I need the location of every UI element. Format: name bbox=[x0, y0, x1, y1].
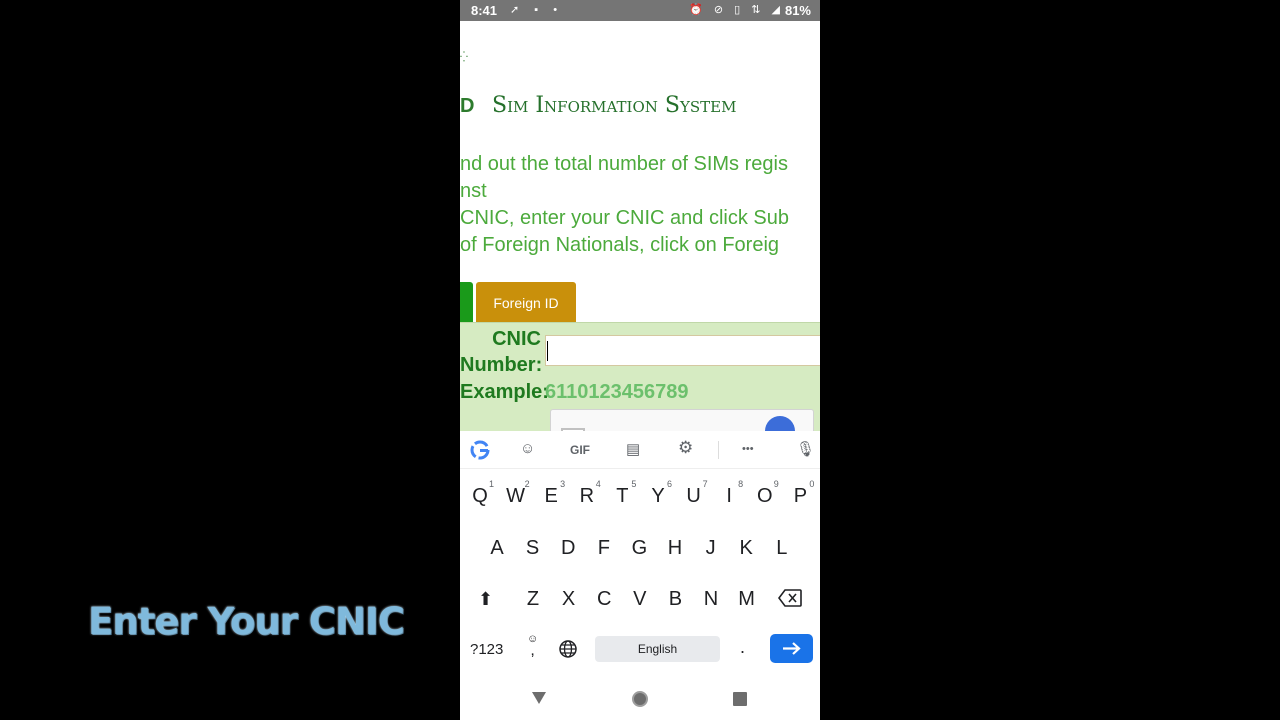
key-hint-number: 3 bbox=[560, 479, 566, 489]
intro-line-3: CNIC, enter your CNIC and click Sub bbox=[460, 207, 790, 229]
key-v[interactable]: V bbox=[622, 588, 658, 611]
shift-key[interactable]: ⬆ bbox=[478, 589, 493, 610]
tab-foreign-id[interactable]: Foreign ID bbox=[476, 282, 576, 323]
space-bar[interactable]: English bbox=[595, 636, 720, 662]
key-hint-number: 0 bbox=[809, 479, 815, 489]
key-z[interactable]: Z bbox=[515, 588, 551, 611]
key-hint-number: 2 bbox=[524, 479, 530, 489]
key-label: R bbox=[579, 485, 595, 507]
logo-letter: D bbox=[460, 95, 475, 117]
recaptcha-widget bbox=[550, 409, 814, 431]
phone-screen: 8:41 ➚ ▪ • ⏰ ⊘ ▯ ⇅ ◢ 81% ⁛ D Sim Informa… bbox=[460, 0, 820, 720]
back-icon[interactable] bbox=[532, 692, 546, 704]
on-screen-keyboard: ☺ GIF ▤ ⚙ ••• 🎙 Q1W2E3R4T5Y6U7I8O9P0 ASD… bbox=[460, 431, 820, 678]
recent-apps-icon[interactable] bbox=[733, 692, 747, 706]
key-o[interactable]: O9 bbox=[747, 479, 783, 508]
key-label: W bbox=[506, 485, 526, 507]
key-m[interactable]: M bbox=[729, 588, 765, 611]
home-icon[interactable] bbox=[632, 691, 648, 707]
key-b[interactable]: B bbox=[657, 588, 693, 611]
key-label: P bbox=[793, 485, 808, 507]
key-x[interactable]: X bbox=[551, 588, 587, 611]
key-hint-number: 6 bbox=[666, 479, 672, 489]
emoji-comma-key[interactable]: ☺ , bbox=[527, 634, 538, 659]
key-l[interactable]: L bbox=[764, 537, 800, 560]
recaptcha-logo-icon bbox=[765, 416, 795, 431]
keyboard-toolbar: ☺ GIF ▤ ⚙ ••• 🎙 bbox=[460, 431, 820, 469]
key-label: E bbox=[544, 485, 558, 507]
key-y[interactable]: Y6 bbox=[640, 479, 676, 508]
notification-icons: ➚ ▪ • bbox=[510, 4, 564, 16]
tab-cnic[interactable] bbox=[460, 282, 473, 323]
period-key[interactable]: . bbox=[740, 637, 745, 658]
key-hint-number: 8 bbox=[738, 479, 744, 489]
key-f[interactable]: F bbox=[586, 537, 622, 560]
key-j[interactable]: J bbox=[693, 537, 729, 560]
gear-icon[interactable]: ⚙ bbox=[678, 438, 693, 458]
navigation-bar bbox=[460, 678, 820, 720]
key-c[interactable]: C bbox=[586, 588, 622, 611]
toolbar-divider bbox=[718, 441, 719, 459]
key-label: I bbox=[726, 485, 732, 507]
intro-line-1: nd out the total number of SIMs regis bbox=[460, 153, 788, 175]
cnic-input[interactable] bbox=[545, 335, 820, 366]
key-hint-number: 4 bbox=[595, 479, 601, 489]
site-title: Sim Information System bbox=[492, 93, 737, 118]
key-a[interactable]: A bbox=[479, 537, 515, 560]
key-label: U bbox=[686, 485, 701, 507]
video-caption: Enter Your CNIC bbox=[88, 600, 405, 643]
status-bar: 8:41 ➚ ▪ • ⏰ ⊘ ▯ ⇅ ◢ 81% bbox=[460, 0, 820, 21]
more-icon[interactable]: ••• bbox=[742, 443, 754, 455]
key-label: Q bbox=[472, 485, 488, 507]
intro-line-2: nst bbox=[460, 180, 487, 202]
key-hint-number: 5 bbox=[631, 479, 637, 489]
key-hint-number: 9 bbox=[773, 479, 779, 489]
key-r[interactable]: R4 bbox=[569, 479, 605, 508]
status-time: 8:41 bbox=[471, 3, 498, 18]
key-hint-number: 7 bbox=[702, 479, 708, 489]
globe-icon[interactable] bbox=[558, 639, 578, 659]
key-label: Y bbox=[651, 485, 665, 507]
key-hint-number: 1 bbox=[488, 479, 494, 489]
key-e[interactable]: E3 bbox=[533, 479, 569, 508]
text-caret bbox=[547, 341, 548, 361]
key-label: O bbox=[757, 485, 773, 507]
system-icons: ⏰ ⊘ ▯ ⇅ ◢ bbox=[689, 4, 784, 16]
clipboard-icon[interactable]: ▤ bbox=[626, 440, 640, 458]
battery-level: 81% bbox=[784, 3, 811, 18]
enter-arrow-icon[interactable] bbox=[770, 634, 813, 663]
key-h[interactable]: H bbox=[657, 537, 693, 560]
key-label: T bbox=[616, 485, 629, 507]
example-value: 6110123456789 bbox=[545, 381, 689, 403]
key-w[interactable]: W2 bbox=[498, 479, 534, 508]
key-i[interactable]: I8 bbox=[711, 479, 747, 508]
video-frame: Enter Your CNIC 8:41 ➚ ▪ • ⏰ ⊘ ▯ ⇅ ◢ 81%… bbox=[0, 0, 1280, 720]
backspace-icon[interactable] bbox=[778, 589, 802, 607]
key-s[interactable]: S bbox=[515, 537, 551, 560]
key-n[interactable]: N bbox=[693, 588, 729, 611]
intro-line-4: of Foreign Nationals, click on Foreig bbox=[460, 234, 780, 256]
sticker-icon[interactable]: ☺ bbox=[520, 440, 535, 457]
key-k[interactable]: K bbox=[728, 537, 764, 560]
microphone-icon[interactable]: 🎙 bbox=[796, 440, 815, 458]
key-g[interactable]: G bbox=[621, 537, 657, 560]
comma-label: , bbox=[530, 642, 535, 659]
example-label: Example: bbox=[460, 381, 549, 403]
key-u[interactable]: U7 bbox=[676, 479, 712, 508]
google-icon[interactable] bbox=[470, 440, 490, 460]
symbols-key[interactable]: ?123 bbox=[470, 641, 503, 658]
cnic-number-label: CNIC Number: bbox=[460, 328, 543, 376]
key-p[interactable]: P0 bbox=[782, 479, 818, 508]
key-t[interactable]: T5 bbox=[604, 479, 640, 508]
logo-dots-icon: ⁛ bbox=[460, 52, 468, 63]
web-page: ⁛ D Sim Information System nd out the to… bbox=[460, 21, 820, 431]
key-d[interactable]: D bbox=[550, 537, 586, 560]
cnic-form: CNIC Number: Example: 6110123456789 bbox=[460, 322, 820, 431]
gif-button[interactable]: GIF bbox=[570, 443, 590, 457]
key-q[interactable]: Q1 bbox=[462, 479, 498, 508]
